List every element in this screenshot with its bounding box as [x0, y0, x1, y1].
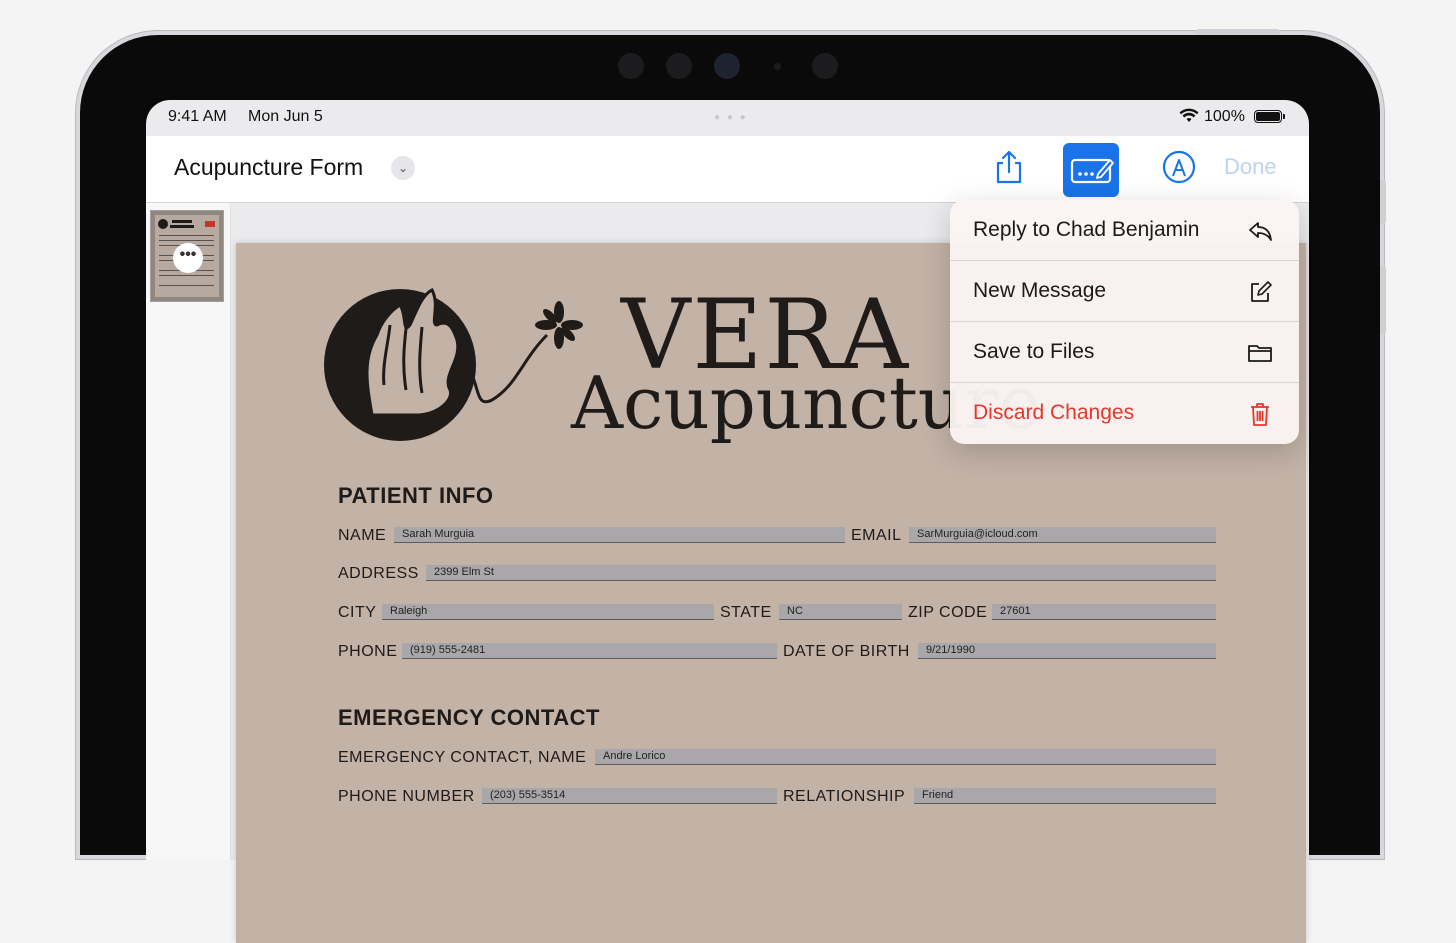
- name-label: NAME: [338, 527, 387, 544]
- battery-percent: 100%: [1204, 108, 1245, 125]
- document-toolbar: Acupuncture Form ⌄ Done: [146, 136, 1309, 203]
- menu-item-label: New Message: [973, 279, 1107, 302]
- trash-icon: [1251, 403, 1269, 426]
- date-of-birth-field[interactable]: 9/21/1990: [918, 643, 1216, 659]
- share-icon: [996, 150, 1022, 184]
- wifi-icon: [1179, 108, 1199, 129]
- menu-item-label: Discard Changes: [973, 401, 1135, 424]
- patient-info-heading: PATIENT INFO: [338, 483, 494, 508]
- email-label: EMAIL: [851, 527, 902, 544]
- folder-icon: [1248, 345, 1272, 362]
- sensor: [618, 53, 644, 79]
- menu-item-discard-changes[interactable]: Discard Changes: [950, 383, 1299, 444]
- state-field[interactable]: NC: [779, 604, 902, 620]
- relationship-label: RELATIONSHIP: [783, 788, 906, 805]
- sensor: [812, 53, 838, 79]
- page-thumbnail-sidebar: •••: [146, 203, 231, 860]
- done-button[interactable]: Done: [1224, 154, 1277, 180]
- menu-item-save-to-files[interactable]: Save to Files: [950, 322, 1299, 383]
- chevron-down-icon[interactable]: ⌄: [391, 156, 415, 180]
- battery-fill: [1256, 112, 1280, 121]
- volume-down-button: [1380, 265, 1386, 335]
- menu-item-label: Save to Files: [973, 340, 1095, 363]
- state-label: STATE: [720, 604, 772, 621]
- zip-code-field[interactable]: 27601: [992, 604, 1216, 620]
- markup-button[interactable]: [1162, 150, 1196, 184]
- status-date: Mon Jun 5: [248, 108, 323, 125]
- top-button: [1196, 29, 1280, 35]
- emergency-phone-field[interactable]: (203) 555-3514: [482, 788, 777, 804]
- phone-field[interactable]: (919) 555-2481: [402, 643, 777, 659]
- zip-code-label: ZIP CODE: [908, 604, 988, 621]
- volume-up-button: [1380, 180, 1386, 224]
- menu-item-new-message[interactable]: New Message: [950, 261, 1299, 322]
- menu-item-reply[interactable]: Reply to Chad Benjamin: [950, 200, 1299, 261]
- share-options-menu: Reply to Chad Benjamin New Message Save …: [950, 200, 1299, 444]
- address-field[interactable]: 2399 Elm St: [426, 565, 1216, 581]
- status-bar: 9:41 AM Mon Jun 5 ● ● ● 100%: [146, 100, 1309, 136]
- email-field[interactable]: SarMurguia@icloud.com: [909, 527, 1216, 543]
- phone-label: PHONE: [338, 643, 398, 660]
- autofill-form-button[interactable]: [1063, 143, 1119, 197]
- sensor: [666, 53, 692, 79]
- page-thumbnail[interactable]: •••: [150, 210, 224, 302]
- front-camera: [714, 53, 740, 79]
- emergency-name-label: EMERGENCY CONTACT, NAME: [338, 749, 587, 766]
- multitasking-dots-icon[interactable]: ● ● ●: [714, 112, 748, 123]
- emergency-contact-heading: EMERGENCY CONTACT: [338, 705, 600, 730]
- date-of-birth-label: DATE OF BIRTH: [783, 643, 910, 660]
- battery-icon: [1254, 110, 1285, 123]
- status-time: 9:41 AM: [168, 108, 227, 125]
- emergency-phone-label: PHONE NUMBER: [338, 788, 475, 805]
- compose-icon: [1251, 281, 1272, 302]
- share-button[interactable]: [992, 148, 1026, 186]
- sensor: [774, 63, 781, 70]
- city-label: CITY: [338, 604, 377, 621]
- reply-icon: [1249, 222, 1272, 241]
- menu-item-label: Reply to Chad Benjamin: [973, 218, 1200, 241]
- name-field[interactable]: Sarah Murguia: [394, 527, 845, 543]
- address-label: ADDRESS: [338, 565, 419, 582]
- markup-pen-icon: [1162, 150, 1196, 184]
- form-fill-icon: [1070, 158, 1114, 184]
- document-title[interactable]: Acupuncture Form: [174, 154, 363, 181]
- emergency-name-field[interactable]: Andre Lorico: [595, 749, 1216, 765]
- more-options-icon[interactable]: •••: [173, 243, 203, 273]
- relationship-field[interactable]: Friend: [914, 788, 1216, 804]
- city-field[interactable]: Raleigh: [382, 604, 714, 620]
- acupuncture-logo: [324, 288, 583, 441]
